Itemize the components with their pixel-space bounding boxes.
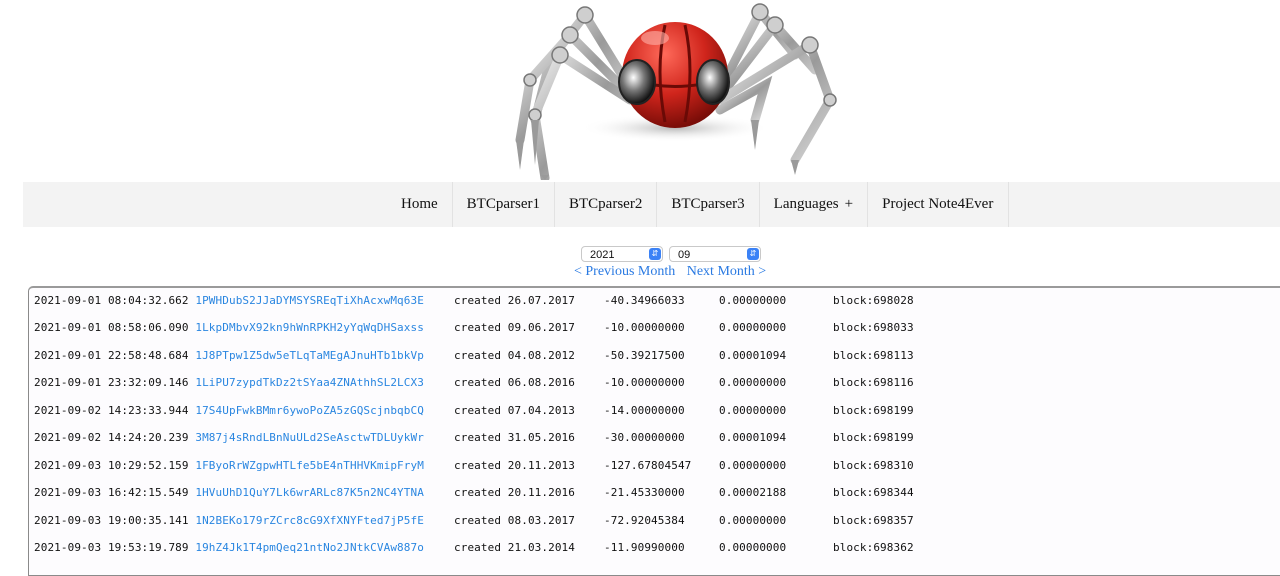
transaction-row: 2021-09-01 08:58:06.090 1LkpDMbvX92kn9hW… (34, 320, 914, 336)
block-number: block:698310 (833, 459, 914, 472)
month-select-value: 09 (678, 249, 691, 261)
transaction-row: 2021-09-01 23:32:09.146 1LiPU7zypdTkDz2t… (34, 375, 914, 391)
address-created-date: created 21.03.2014 (454, 541, 576, 554)
transaction-amount: -50.39217500 (604, 349, 685, 362)
transaction-timestamp: 2021-09-01 08:04:32.662 (34, 294, 189, 307)
main-navbar: Home BTCparser1 BTCparser2 BTCparser3 La… (23, 182, 1280, 227)
transaction-fee: 0.00000000 (719, 459, 787, 472)
select-stepper-icon: ⇵ (747, 248, 759, 260)
transaction-fee: 0.00000000 (719, 514, 787, 527)
address-created-date: created 20.11.2013 (454, 459, 576, 472)
transaction-address-link[interactable]: 19hZ4Jk1T4pmQeq21ntNo2JNtkCVAw887o (195, 541, 424, 554)
year-select[interactable]: 2021 ⇵ (581, 246, 663, 262)
nav-item-btcparser2[interactable]: BTCparser2 (555, 182, 658, 227)
month-navigation: < Previous Month Next Month > (574, 264, 766, 280)
block-number: block:698344 (833, 486, 914, 499)
block-number: block:698357 (833, 514, 914, 527)
block-number: block:698362 (833, 541, 914, 554)
block-number: block:698113 (833, 349, 914, 362)
nav-item-label: BTCparser2 (569, 196, 643, 212)
transaction-fee: 0.00000000 (719, 294, 787, 307)
transaction-timestamp: 2021-09-03 19:53:19.789 (34, 541, 189, 554)
transaction-address-link[interactable]: 3M87j4sRndLBnNuULd2SeAsctwTDLUykWr (195, 431, 424, 444)
transaction-address-link[interactable]: 1N2BEKo179rZCrc8cG9XfXNYFted7jP5fE (195, 514, 424, 527)
transaction-fee: 0.00000000 (719, 404, 787, 417)
transaction-timestamp: 2021-09-01 22:58:48.684 (34, 349, 189, 362)
transaction-amount: -127.67804547 (604, 459, 692, 472)
nav-item-btcparser1[interactable]: BTCparser1 (453, 182, 555, 227)
previous-month-link[interactable]: < Previous Month (574, 264, 675, 279)
address-created-date: created 07.04.2013 (454, 404, 576, 417)
nav-item-project-note4ever[interactable]: Project Note4Ever (868, 182, 1010, 227)
address-created-date: created 26.07.2017 (454, 294, 576, 307)
transaction-row: 2021-09-01 08:04:32.662 1PWHDubS2JJaDYMS… (34, 293, 914, 309)
transaction-fee: 0.00002188 (719, 486, 787, 499)
transaction-timestamp: 2021-09-02 14:23:33.944 (34, 404, 189, 417)
block-number: block:698199 (833, 431, 914, 444)
transaction-amount: -21.45330000 (604, 486, 685, 499)
transaction-amount: -11.90990000 (604, 541, 685, 554)
address-created-date: created 31.05.2016 (454, 431, 576, 444)
block-number: block:698199 (833, 404, 914, 417)
nav-item-label: BTCparser3 (671, 196, 745, 212)
transaction-fee: 0.00000000 (719, 541, 787, 554)
transaction-timestamp: 2021-09-03 16:42:15.549 (34, 486, 189, 499)
transaction-fee: 0.00000000 (719, 376, 787, 389)
transactions-list: 2021-09-01 08:04:32.662 1PWHDubS2JJaDYMS… (28, 286, 1280, 576)
nav-item-label: Project Note4Ever (882, 196, 994, 212)
next-month-link[interactable]: Next Month > (687, 264, 766, 279)
block-number: block:698028 (833, 294, 914, 307)
year-select-value: 2021 (590, 249, 615, 261)
transaction-fee: 0.00001094 (719, 349, 787, 362)
nav-item-label: BTCparser1 (466, 196, 540, 212)
address-created-date: created 20.11.2016 (454, 486, 576, 499)
transaction-fee: 0.00000000 (719, 321, 787, 334)
transaction-timestamp: 2021-09-03 10:29:52.159 (34, 459, 189, 472)
transaction-row: 2021-09-03 19:00:35.141 1N2BEKo179rZCrc8… (34, 513, 914, 529)
transaction-row: 2021-09-03 16:42:15.549 1HVuUhD1QuY7Lk6w… (34, 485, 914, 501)
transaction-row: 2021-09-03 19:53:19.789 19hZ4Jk1T4pmQeq2… (34, 540, 914, 556)
address-created-date: created 04.08.2012 (454, 349, 576, 362)
transaction-address-link[interactable]: 17S4UpFwkBMmr6ywoPoZA5zGQScjnbqbCQ (195, 404, 424, 417)
nav-item-languages[interactable]: Languages + (760, 182, 869, 227)
transaction-amount: -72.92045384 (604, 514, 685, 527)
nav-item-home[interactable]: Home (387, 182, 453, 227)
transaction-amount: -10.00000000 (604, 321, 685, 334)
spider-robot-icon (515, 3, 837, 180)
nav-item-label: Languages (773, 196, 839, 212)
transaction-timestamp: 2021-09-03 19:00:35.141 (34, 514, 189, 527)
transaction-row: 2021-09-03 10:29:52.159 1FByoRrWZgpwHTLf… (34, 458, 914, 474)
transaction-address-link[interactable]: 1FByoRrWZgpwHTLfe5bE4nTHHVKmipFryM (195, 459, 424, 472)
address-created-date: created 06.08.2016 (454, 376, 576, 389)
expand-plus-icon: + (844, 196, 854, 212)
transaction-amount: -14.00000000 (604, 404, 685, 417)
transaction-fee: 0.00001094 (719, 431, 787, 444)
transaction-row: 2021-09-02 14:24:20.239 3M87j4sRndLBnNuU… (34, 430, 914, 446)
transaction-address-link[interactable]: 1LkpDMbvX92kn9hWnRPKH2yYqWqDHSaxss (195, 321, 424, 334)
select-stepper-icon: ⇵ (649, 248, 661, 260)
transaction-address-link[interactable]: 1LiPU7zypdTkDz2tSYaa4ZNAthhSL2LCX3 (195, 376, 424, 389)
block-number: block:698033 (833, 321, 914, 334)
address-created-date: created 09.06.2017 (454, 321, 576, 334)
transaction-amount: -40.34966033 (604, 294, 685, 307)
nav-item-btcparser3[interactable]: BTCparser3 (657, 182, 760, 227)
transaction-address-link[interactable]: 1HVuUhD1QuY7Lk6wrARLc87K5n2NC4YTNA (195, 486, 424, 499)
transaction-address-link[interactable]: 1J8PTpw1Z5dw5eTLqTaMEgAJnuHTb1bkVp (195, 349, 424, 362)
month-select[interactable]: 09 ⇵ (669, 246, 761, 262)
nav-item-label: Home (401, 196, 438, 212)
transaction-timestamp: 2021-09-01 23:32:09.146 (34, 376, 189, 389)
date-selectors: 2021 ⇵ 09 ⇵ (581, 246, 761, 262)
transaction-timestamp: 2021-09-01 08:58:06.090 (34, 321, 189, 334)
transaction-amount: -30.00000000 (604, 431, 685, 444)
block-number: block:698116 (833, 376, 914, 389)
nav-menu: Home BTCparser1 BTCparser2 BTCparser3 La… (387, 182, 1010, 227)
transaction-amount: -10.00000000 (604, 376, 685, 389)
transaction-row: 2021-09-01 22:58:48.684 1J8PTpw1Z5dw5eTL… (34, 348, 914, 364)
site-logo (505, 0, 845, 180)
transaction-address-link[interactable]: 1PWHDubS2JJaDYMSYSREqTiXhAcxwMq63E (195, 294, 424, 307)
transaction-row: 2021-09-02 14:23:33.944 17S4UpFwkBMmr6yw… (34, 403, 914, 419)
transaction-timestamp: 2021-09-02 14:24:20.239 (34, 431, 189, 444)
address-created-date: created 08.03.2017 (454, 514, 576, 527)
